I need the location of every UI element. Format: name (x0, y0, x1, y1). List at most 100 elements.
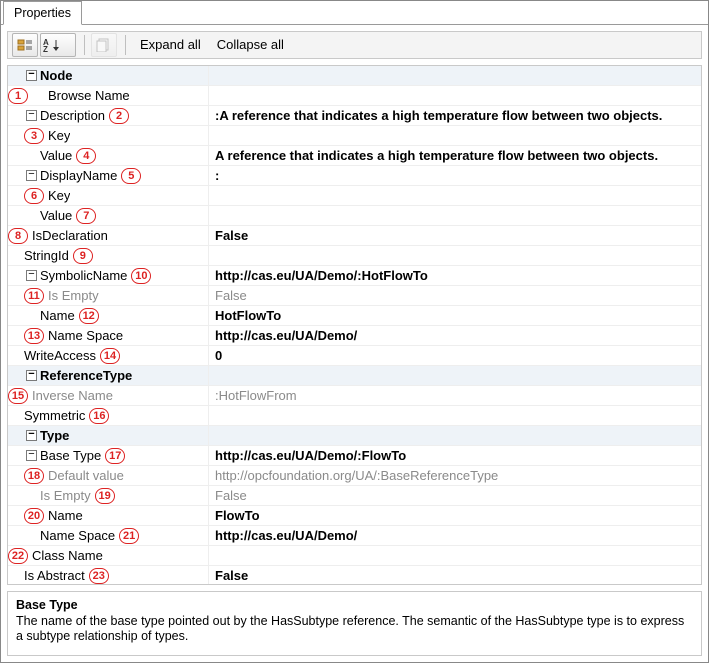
expander-icon[interactable] (26, 70, 37, 81)
expand-all-label: Expand all (140, 37, 201, 52)
value[interactable]: False (208, 566, 701, 585)
label: Description (40, 106, 105, 125)
label: Value (40, 146, 72, 165)
expander-icon[interactable] (26, 110, 37, 121)
categorize-button[interactable] (12, 33, 38, 57)
row-displayname-value[interactable]: Value7 (8, 205, 701, 225)
row-classname[interactable]: 22Class Name (8, 545, 701, 565)
label: WriteAccess (24, 346, 96, 365)
toolbar-separator (84, 35, 85, 55)
value: False (208, 486, 701, 505)
value[interactable]: http://cas.eu/UA/Demo/:HotFlowTo (208, 266, 701, 285)
annotation-5: 5 (121, 168, 141, 184)
annotation-7: 7 (76, 208, 96, 224)
annotation-2: 2 (109, 108, 129, 124)
row-writeaccess[interactable]: WriteAccess14 0 (8, 345, 701, 365)
value[interactable]: 0 (208, 346, 701, 365)
annotation-6: 6 (24, 188, 44, 204)
value[interactable] (208, 126, 701, 145)
label: SymbolicName (40, 266, 127, 285)
row-basetype-namespace[interactable]: Name Space21 http://cas.eu/UA/Demo/ (8, 525, 701, 545)
group-node[interactable]: Node (8, 66, 701, 85)
row-isdeclaration[interactable]: 8IsDeclaration False (8, 225, 701, 245)
expand-all-button[interactable]: Expand all (132, 34, 209, 56)
annotation-13: 13 (24, 328, 44, 344)
group-label: ReferenceType (40, 366, 132, 385)
row-symbolicname-namespace[interactable]: 13Name Space http://cas.eu/UA/Demo/ (8, 325, 701, 345)
annotation-21: 21 (119, 528, 139, 544)
value[interactable] (208, 406, 701, 425)
value[interactable]: False (208, 226, 701, 245)
annotation-17: 17 (105, 448, 125, 464)
help-title: Base Type (16, 598, 693, 612)
value[interactable]: : (208, 166, 701, 185)
property-grid[interactable]: Node 1 Browse Name Description2 :A refere… (7, 65, 702, 585)
expander-icon[interactable] (26, 430, 37, 441)
annotation-11: 11 (24, 288, 44, 304)
annotation-1: 1 (8, 88, 28, 104)
row-description-value[interactable]: Value4 A reference that indicates a high… (8, 145, 701, 165)
value[interactable]: http://cas.eu/UA/Demo/:FlowTo (208, 446, 701, 465)
row-displayname[interactable]: DisplayName5 : (8, 165, 701, 185)
alphabetical-button[interactable]: AZ (40, 33, 76, 57)
row-inversename[interactable]: 15Inverse Name :HotFlowFrom (8, 385, 701, 405)
value[interactable]: HotFlowTo (208, 306, 701, 325)
row-description-key[interactable]: 3Key (8, 125, 701, 145)
row-isabstract[interactable]: Is Abstract23 False (8, 565, 701, 585)
group-type[interactable]: Type (8, 425, 701, 445)
group-referencetype[interactable]: ReferenceType (8, 365, 701, 385)
row-basetype[interactable]: Base Type17 http://cas.eu/UA/Demo/:FlowT… (8, 445, 701, 465)
expander-icon[interactable] (26, 370, 37, 381)
row-symmetric[interactable]: Symmetric16 (8, 405, 701, 425)
value[interactable] (208, 546, 701, 565)
toolbar-separator-2 (125, 35, 126, 55)
row-basetype-isempty[interactable]: Is Empty19 False (8, 485, 701, 505)
value[interactable]: http://cas.eu/UA/Demo/ (208, 326, 701, 345)
row-symbolicname[interactable]: SymbolicName10 http://cas.eu/UA/Demo/:Ho… (8, 265, 701, 285)
collapse-all-label: Collapse all (217, 37, 284, 52)
annotation-12: 12 (79, 308, 99, 324)
expander-icon[interactable] (26, 450, 37, 461)
value: :HotFlowFrom (208, 386, 701, 405)
value[interactable] (208, 206, 701, 225)
value[interactable]: FlowTo (208, 506, 701, 525)
group-label: Type (40, 426, 69, 445)
tab-strip: Properties (1, 1, 708, 25)
label: Class Name (32, 546, 103, 565)
label: Inverse Name (32, 386, 113, 405)
label: Browse Name (48, 86, 130, 105)
label: Key (48, 186, 70, 205)
annotation-8: 8 (8, 228, 28, 244)
tab-properties[interactable]: Properties (3, 1, 82, 25)
row-browse-name[interactable]: 1 Browse Name (8, 85, 701, 105)
annotation-14: 14 (100, 348, 120, 364)
row-displayname-key[interactable]: 6Key (8, 185, 701, 205)
properties-window: Properties AZ Expand all Collapse all No… (0, 0, 709, 663)
expander-icon[interactable] (26, 170, 37, 181)
row-basetype-default[interactable]: 18Default value http://opcfoundation.org… (8, 465, 701, 485)
label: Name Space (48, 326, 123, 345)
collapse-all-button[interactable]: Collapse all (209, 34, 292, 56)
property-pages-button (91, 33, 117, 57)
expander-icon[interactable] (26, 270, 37, 281)
svg-text:Z: Z (43, 45, 48, 52)
row-description[interactable]: Description2 :A reference that indicates… (8, 105, 701, 125)
help-panel: Base Type The name of the base type poin… (7, 591, 702, 656)
label: Is Empty (40, 486, 91, 505)
label: Base Type (40, 446, 101, 465)
value[interactable]: :A reference that indicates a high tempe… (208, 106, 701, 125)
annotation-23: 23 (89, 568, 109, 584)
value[interactable]: http://cas.eu/UA/Demo/ (208, 526, 701, 545)
value[interactable]: A reference that indicates a high temper… (208, 146, 701, 165)
value[interactable] (208, 86, 701, 105)
row-basetype-name[interactable]: 20Name FlowTo (8, 505, 701, 525)
value[interactable] (208, 186, 701, 205)
row-stringid[interactable]: StringId9 (8, 245, 701, 265)
value[interactable] (208, 246, 701, 265)
annotation-9: 9 (73, 248, 93, 264)
row-symbolicname-isempty[interactable]: 11Is Empty False (8, 285, 701, 305)
label: Is Empty (48, 286, 99, 305)
annotation-19: 19 (95, 488, 115, 504)
label: DisplayName (40, 166, 117, 185)
row-symbolicname-name[interactable]: Name12 HotFlowTo (8, 305, 701, 325)
